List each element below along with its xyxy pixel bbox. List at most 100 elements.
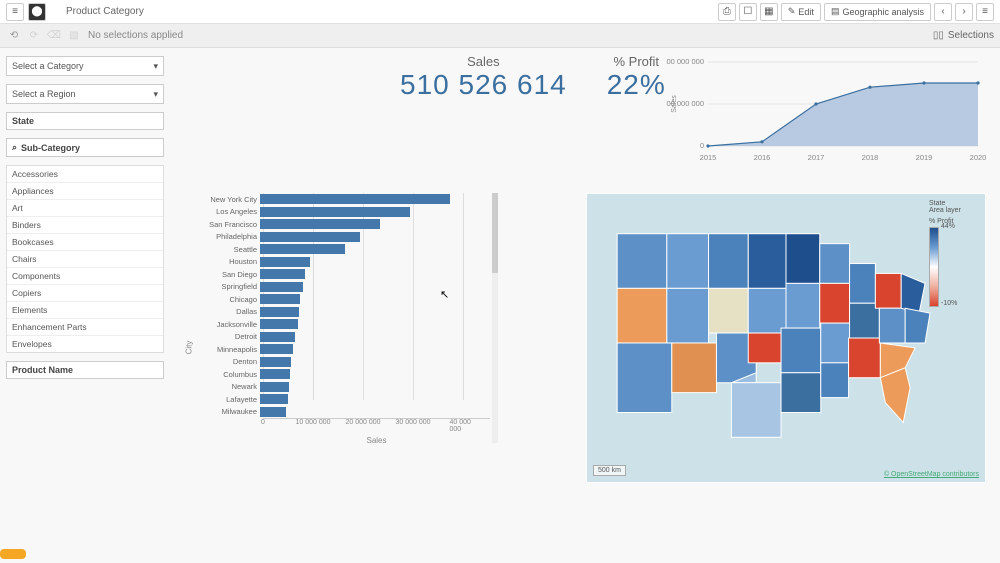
bar-row[interactable]: Jacksonville xyxy=(200,318,490,331)
product-name-filter-header[interactable]: Product Name xyxy=(6,361,164,379)
category-dropdown[interactable]: Select a Category ▾ xyxy=(6,56,164,76)
kpi-profit-label: % Profit xyxy=(607,54,666,69)
list-item[interactable]: Appliances xyxy=(7,183,163,200)
bar-label: Denton xyxy=(200,357,260,366)
subcategory-header[interactable]: ⌕ Sub-Category xyxy=(6,138,164,157)
sheet-label: Geographic analysis xyxy=(842,7,924,17)
step-forward-icon[interactable]: ⟳ xyxy=(26,28,42,44)
bar xyxy=(260,307,299,317)
legend-title2: Area layer xyxy=(929,207,979,214)
list-item[interactable]: Accessories xyxy=(7,166,163,183)
list-item[interactable]: Enhancement Parts xyxy=(7,319,163,336)
bar-tick: 30 000 000 xyxy=(395,419,430,426)
bar-label: Dallas xyxy=(200,307,260,316)
sales-by-year-linechart[interactable]: 0100 000 000200 000 00020152016201720182… xyxy=(666,54,986,164)
dashboard-canvas: Sales 510 526 614 % Profit 22% 0100 000 … xyxy=(170,48,1000,563)
subcategory-list: AccessoriesAppliancesArtBindersBookcases… xyxy=(6,165,164,353)
svg-text:0: 0 xyxy=(700,141,704,150)
bar xyxy=(260,394,288,404)
notes-icon[interactable]: ⎙ xyxy=(718,3,736,21)
svg-text:200 000 000: 200 000 000 xyxy=(666,57,704,66)
selection-tool-icon[interactable]: ▧ xyxy=(66,28,82,44)
bar-row[interactable]: San Francisco xyxy=(200,218,490,231)
bar-row[interactable]: Detroit xyxy=(200,331,490,344)
bar xyxy=(260,232,360,242)
list-item[interactable]: Copiers xyxy=(7,285,163,302)
bar-label: Springfield xyxy=(200,282,260,291)
svg-text:2020: 2020 xyxy=(970,153,986,162)
bar-row[interactable]: Denton xyxy=(200,356,490,369)
bar-label: San Diego xyxy=(200,270,260,279)
bar-label: Lafayette xyxy=(200,395,260,404)
state-filter-header[interactable]: State xyxy=(6,112,164,130)
breadcrumb[interactable]: Product Category xyxy=(66,6,144,17)
list-item[interactable]: Elements xyxy=(7,302,163,319)
next-sheet-button[interactable]: › xyxy=(955,3,973,21)
bar-scrollbar[interactable] xyxy=(492,193,498,443)
legend-title1: State xyxy=(929,200,979,207)
svg-text:2018: 2018 xyxy=(862,153,879,162)
bar-row[interactable]: Columbus xyxy=(200,368,490,381)
step-back-icon[interactable]: ⟲ xyxy=(6,28,22,44)
sales-by-city-barchart[interactable]: City New York CityLos AngelesSan Francis… xyxy=(200,193,490,493)
menu-icon[interactable]: ≡ xyxy=(6,3,24,21)
pencil-icon: ✎ xyxy=(788,6,796,17)
bar-row[interactable]: Springfield xyxy=(200,281,490,294)
bar xyxy=(260,282,303,292)
list-item[interactable]: Art xyxy=(7,200,163,217)
kpi-profit-value: 22% xyxy=(607,69,666,101)
bar-row[interactable]: Minneapolis xyxy=(200,343,490,356)
scroll-thumb[interactable] xyxy=(492,193,498,273)
global-nav-icon[interactable]: ⬤ xyxy=(28,3,46,21)
bar-row[interactable]: Lafayette xyxy=(200,393,490,406)
list-item[interactable]: Chairs xyxy=(7,251,163,268)
clear-selections-icon[interactable]: ⌫ xyxy=(46,28,62,44)
bar xyxy=(260,382,289,392)
bar xyxy=(260,319,298,329)
bar xyxy=(260,269,305,279)
list-item[interactable]: Bookcases xyxy=(7,234,163,251)
bar-row[interactable]: New York City xyxy=(200,193,490,206)
bar xyxy=(260,357,291,367)
bar-label: Seattle xyxy=(200,245,260,254)
kpi-row: Sales 510 526 614 % Profit 22% xyxy=(400,54,666,101)
toolbar-left: ≡ ⬤ Product Category xyxy=(6,3,144,21)
kpi-sales[interactable]: Sales 510 526 614 xyxy=(400,54,567,101)
edit-button[interactable]: ✎ Edit xyxy=(781,3,821,21)
top-toolbar: ≡ ⬤ Product Category ⎙ ☐ ▦ ✎ Edit ▤ Geog… xyxy=(0,0,1000,24)
sheet-icon: ▤ xyxy=(831,6,840,17)
map-scale: 500 km xyxy=(593,465,626,476)
svg-text:Sales: Sales xyxy=(671,95,678,113)
bar-row[interactable]: Philadelphia xyxy=(200,231,490,244)
bar-tick: 40 000 000 xyxy=(450,419,477,433)
bar-row[interactable]: Newark xyxy=(200,381,490,394)
selections-panel-toggle[interactable]: ▯▯ Selections xyxy=(933,30,994,41)
kpi-profit[interactable]: % Profit 22% xyxy=(607,54,666,101)
bar-label: Chicago xyxy=(200,295,260,304)
kpi-sales-value: 510 526 614 xyxy=(400,69,567,101)
category-placeholder: Select a Category xyxy=(12,61,84,71)
bar-row[interactable]: Chicago xyxy=(200,293,490,306)
sheet-nav-button[interactable]: ▤ Geographic analysis xyxy=(824,3,931,21)
bar-row[interactable]: San Diego xyxy=(200,268,490,281)
bar-row[interactable]: Milwaukee xyxy=(200,406,490,419)
prev-sheet-button[interactable]: ‹ xyxy=(934,3,952,21)
search-icon: ⌕ xyxy=(12,142,17,153)
bar-row[interactable]: Los Angeles xyxy=(200,206,490,219)
map-attribution-link[interactable]: © OpenStreetMap contributors xyxy=(884,471,979,478)
more-menu-icon[interactable]: ≡ xyxy=(976,3,994,21)
bar-row[interactable]: Dallas xyxy=(200,306,490,319)
profit-by-state-map[interactable]: 500 km © OpenStreetMap contributors Stat… xyxy=(586,193,986,483)
bookmark-icon[interactable]: ☐ xyxy=(739,3,757,21)
selections-status: No selections applied xyxy=(88,30,183,41)
bar-ylabel: City xyxy=(184,341,193,355)
bar xyxy=(260,294,300,304)
region-dropdown[interactable]: Select a Region ▾ xyxy=(6,84,164,104)
list-item[interactable]: Envelopes xyxy=(7,336,163,352)
bar-row[interactable]: Seattle xyxy=(200,243,490,256)
sheets-icon[interactable]: ▦ xyxy=(760,3,778,21)
list-item[interactable]: Binders xyxy=(7,217,163,234)
list-item[interactable]: Components xyxy=(7,268,163,285)
chevron-down-icon: ▾ xyxy=(153,89,158,100)
bar-row[interactable]: Houston xyxy=(200,256,490,269)
